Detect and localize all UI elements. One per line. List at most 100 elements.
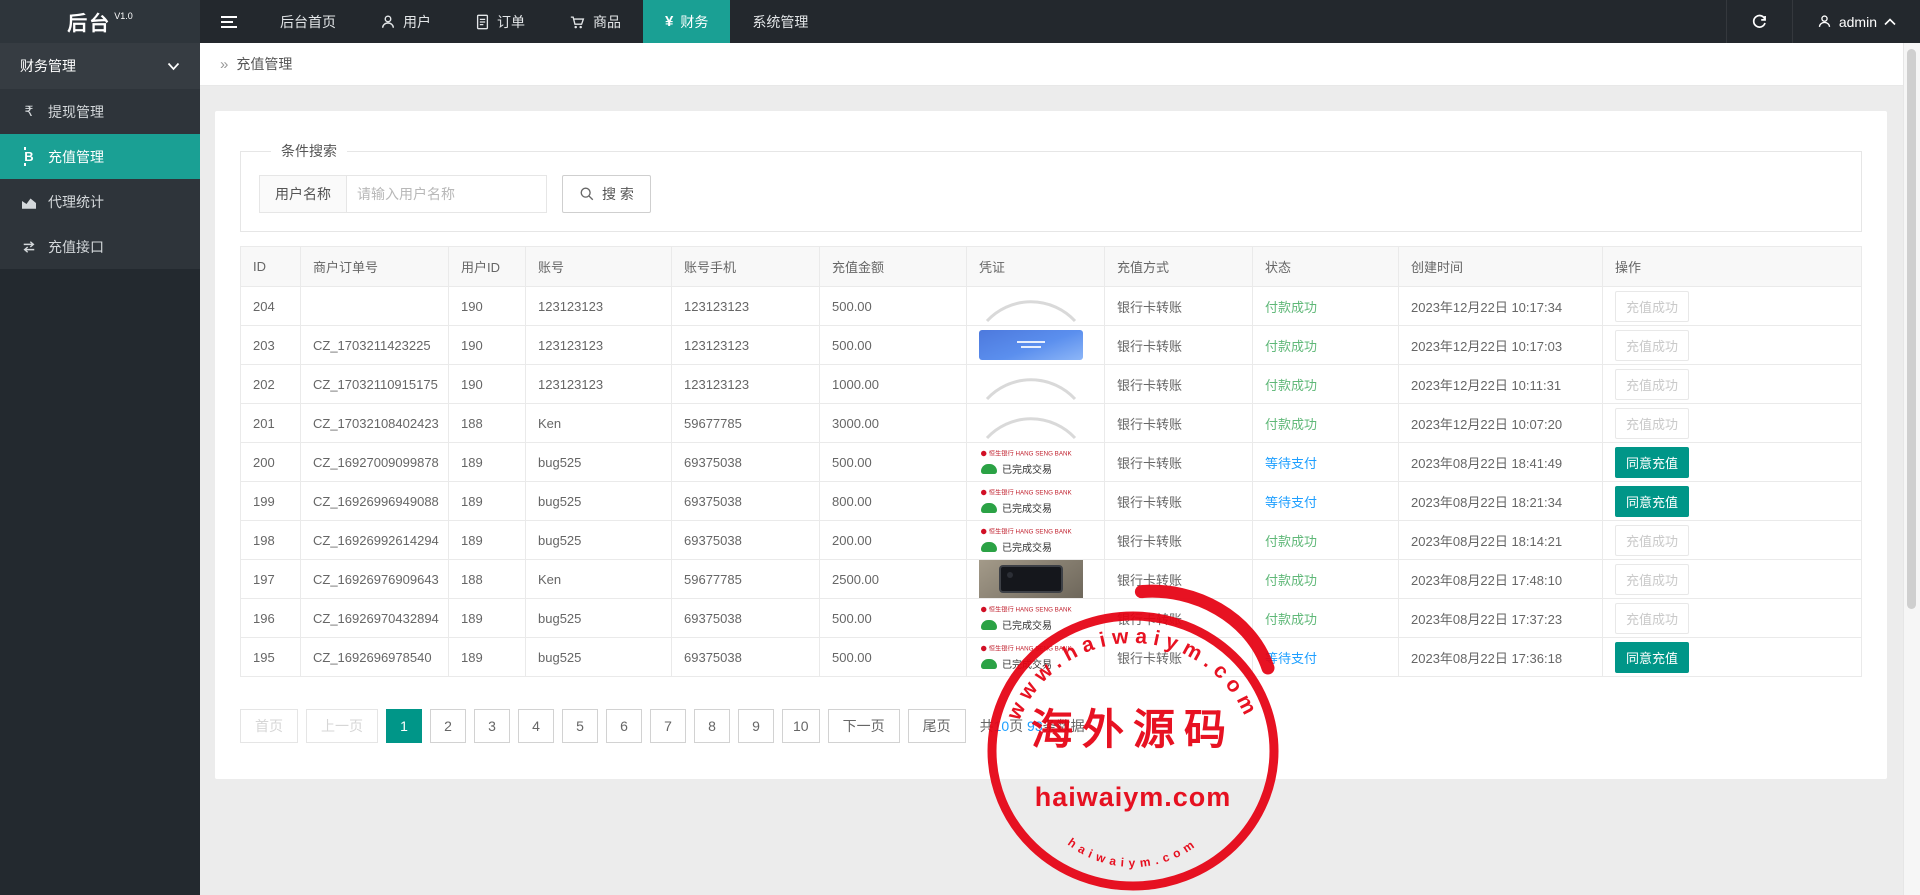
cell-status: 等待支付 [1253, 482, 1399, 521]
voucher-thumbnail[interactable] [979, 288, 1083, 324]
cell-created: 2023年08月22日 17:48:10 [1399, 560, 1603, 599]
nav-item-orders[interactable]: 订单 [453, 0, 547, 43]
user-icon [380, 14, 396, 30]
pager-next-button[interactable]: 下一页 [828, 709, 900, 743]
pager-page-5[interactable]: 5 [562, 709, 598, 743]
pager-page-2[interactable]: 2 [430, 709, 466, 743]
status-badge: 付款成功 [1265, 534, 1317, 549]
sidebar-item-agent-stats[interactable]: 代理统计 [0, 179, 200, 224]
pager-page-7[interactable]: 7 [650, 709, 686, 743]
search-button[interactable]: 搜 索 [562, 175, 651, 213]
order-document-icon [475, 14, 490, 30]
voucher-wrap [979, 330, 1092, 360]
voucher-bank-line: 恒生银行 HANG SENG BANK [981, 644, 1065, 653]
cell-order-no: CZ_17032108402423 [301, 404, 449, 443]
voucher-thumbnail[interactable] [979, 366, 1083, 402]
pager-first-button: 首页 [240, 709, 298, 743]
username-input[interactable] [347, 175, 547, 213]
voucher-wrap: 恒生银行 HANG SENG BANK已完成交易 [979, 521, 1092, 559]
cell-method: 银行卡转账 [1105, 365, 1253, 404]
cell-amount: 2500.00 [820, 560, 967, 599]
recharge-card: 条件搜索 用户名称 搜 索 ID商户订单号用户ID账号账号手机充值金额凭证充值方 [215, 111, 1887, 779]
voucher-thumbnail[interactable] [979, 560, 1083, 598]
recharge-success-button: 充值成功 [1615, 330, 1689, 361]
top-bar: 后台V1.0 后台首页 用户 订单 商品 ¥ 财务 系统管理 admin [0, 0, 1920, 43]
pager-last-button[interactable]: 尾页 [908, 709, 966, 743]
nav-item-products[interactable]: 商品 [547, 0, 643, 43]
bank-logo-icon [981, 490, 986, 495]
voucher-thumbnail[interactable] [979, 405, 1083, 441]
scrollbar-thumb[interactable] [1907, 49, 1916, 609]
summary-records-unit: 条数据 [1043, 718, 1085, 734]
cell-id: 197 [241, 560, 301, 599]
nav-item-system[interactable]: 系统管理 [730, 0, 830, 43]
user-icon [1817, 14, 1832, 29]
column-header-5: 充值金额 [820, 247, 967, 287]
voucher-wrap [979, 366, 1092, 402]
bank-name: 恒生银行 HANG SENG BANK [989, 488, 1072, 497]
hamburger-icon[interactable] [200, 0, 258, 43]
total-records: 93 [1027, 718, 1043, 734]
refresh-button[interactable] [1726, 0, 1792, 43]
cell-phone: 69375038 [672, 638, 820, 677]
table-row: 200CZ_16927009099878189bug52569375038500… [241, 443, 1862, 482]
cell-account: 123123123 [526, 365, 672, 404]
user-menu[interactable]: admin [1792, 0, 1920, 43]
voucher-bank-line: 恒生银行 HANG SENG BANK [981, 527, 1065, 536]
cell-user-id: 190 [449, 287, 526, 326]
cell-order-no: CZ_16926970432894 [301, 599, 449, 638]
recharge-success-button: 充值成功 [1615, 525, 1689, 556]
bank-name: 恒生银行 HANG SENG BANK [989, 605, 1072, 614]
cell-created: 2023年08月22日 18:41:49 [1399, 443, 1603, 482]
top-nav: 后台首页 用户 订单 商品 ¥ 财务 系统管理 [258, 0, 830, 43]
pager-page-9[interactable]: 9 [738, 709, 774, 743]
approve-recharge-button[interactable]: 同意充值 [1615, 486, 1689, 517]
cell-order-no [301, 287, 449, 326]
nav-item-finance[interactable]: ¥ 财务 [643, 0, 730, 43]
approve-recharge-button[interactable]: 同意充值 [1615, 642, 1689, 673]
cell-status: 等待支付 [1253, 638, 1399, 677]
sidebar-item-recharge[interactable]: B 充值管理 [0, 134, 200, 179]
cell-action: 同意充值 [1603, 482, 1862, 521]
cell-order-no: CZ_1692696978540 [301, 638, 449, 677]
vertical-scrollbar[interactable] [1903, 43, 1920, 895]
cell-id: 202 [241, 365, 301, 404]
cell-amount: 500.00 [820, 599, 967, 638]
pager-page-6[interactable]: 6 [606, 709, 642, 743]
cell-status: 等待支付 [1253, 443, 1399, 482]
pager-page-10[interactable]: 10 [782, 709, 820, 743]
sidebar-item-withdraw[interactable]: ₹ 提现管理 [0, 89, 200, 134]
app-logo: 后台V1.0 [0, 0, 200, 43]
sidebar-item-recharge-api[interactable]: 充值接口 [0, 224, 200, 269]
cell-method: 银行卡转账 [1105, 560, 1253, 599]
pager-page-3[interactable]: 3 [474, 709, 510, 743]
voucher-thumbnail[interactable] [979, 330, 1083, 360]
cell-method: 银行卡转账 [1105, 326, 1253, 365]
voucher-thumbnail[interactable]: 恒生银行 HANG SENG BANK已完成交易 [979, 443, 1089, 481]
voucher-thumbnail[interactable]: 恒生银行 HANG SENG BANK已完成交易 [979, 599, 1089, 637]
table-row: 199CZ_16926996949088189bug52569375038800… [241, 482, 1862, 521]
voucher-thumbnail[interactable]: 恒生银行 HANG SENG BANK已完成交易 [979, 521, 1089, 559]
approve-recharge-button[interactable]: 同意充值 [1615, 447, 1689, 478]
pager-page-8[interactable]: 8 [694, 709, 730, 743]
breadcrumb: » 充值管理 [200, 43, 1920, 86]
nav-item-dashboard[interactable]: 后台首页 [258, 0, 358, 43]
cell-account: Ken [526, 404, 672, 443]
voucher-thumbnail[interactable]: 恒生银行 HANG SENG BANK已完成交易 [979, 638, 1089, 676]
recharge-success-button: 充值成功 [1615, 408, 1689, 439]
bank-name: 恒生银行 HANG SENG BANK [989, 644, 1072, 653]
cell-amount: 1000.00 [820, 365, 967, 404]
cell-voucher [967, 404, 1105, 443]
cell-id: 198 [241, 521, 301, 560]
cell-voucher: 恒生银行 HANG SENG BANK已完成交易 [967, 482, 1105, 521]
voucher-thumbnail[interactable]: 恒生银行 HANG SENG BANK已完成交易 [979, 482, 1089, 520]
status-badge: 付款成功 [1265, 417, 1317, 432]
nav-item-users[interactable]: 用户 [358, 0, 453, 43]
cell-id: 195 [241, 638, 301, 677]
cell-amount: 500.00 [820, 638, 967, 677]
pager-page-4[interactable]: 4 [518, 709, 554, 743]
sidebar-group-finance[interactable]: 财务管理 [0, 43, 200, 89]
cell-voucher: 恒生银行 HANG SENG BANK已完成交易 [967, 521, 1105, 560]
pager-page-1[interactable]: 1 [386, 709, 422, 743]
sidebar-item-label: 提现管理 [48, 102, 104, 122]
